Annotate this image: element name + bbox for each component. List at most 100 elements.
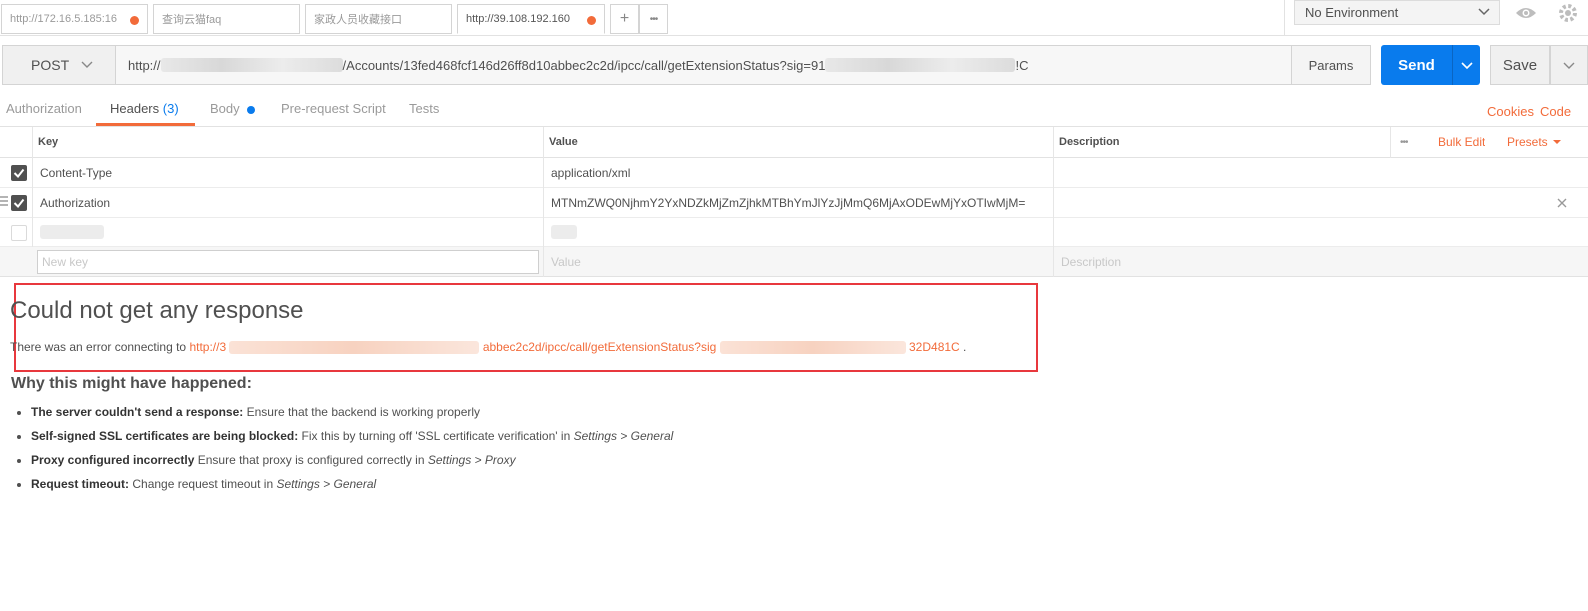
tab-label: Headers <box>110 101 160 116</box>
unsaved-dot-icon <box>130 16 139 25</box>
new-value-input[interactable]: Value <box>551 247 581 276</box>
bulk-edit-label: Bulk Edit <box>1438 135 1486 149</box>
environment-label: No Environment <box>1305 5 1399 20</box>
table-row: Authorization MTNmZWQ0NjhmY2YxNDZkMjZmZj… <box>0 188 1588 218</box>
presets-dropdown[interactable]: Presets <box>1507 127 1562 157</box>
new-key-input[interactable]: New key <box>37 250 539 274</box>
request-tab-label: http://39.108.192.160 <box>466 13 570 25</box>
reason-text: Ensure that the backend is working prope… <box>246 405 481 419</box>
settings-path: Settings > General <box>573 429 674 443</box>
column-divider <box>1053 127 1054 277</box>
header-enabled-checkbox[interactable] <box>11 195 27 211</box>
chevron-down-icon <box>1460 62 1473 70</box>
response-error-message: There was an error connecting to http://… <box>10 340 966 355</box>
new-header-row: New key Value Description <box>0 247 1588 277</box>
caret-down-icon <box>1552 140 1561 144</box>
header-value[interactable]: application/xml <box>551 158 630 187</box>
tab-label: Body <box>210 101 240 116</box>
add-tab-button[interactable]: + <box>610 4 639 34</box>
redacted-value[interactable] <box>551 218 577 246</box>
unsaved-dot-icon <box>587 16 596 25</box>
settings-path: Settings > Proxy <box>427 453 516 467</box>
chevron-down-icon <box>81 58 93 73</box>
headers-count-badge: (3) <box>162 101 179 116</box>
body-indicator-dot-icon <box>247 105 256 114</box>
column-divider <box>543 127 544 277</box>
error-prefix: There was an error connecting to <box>10 340 190 354</box>
header-enabled-checkbox[interactable] <box>11 165 27 181</box>
redacted-url-part <box>719 341 906 355</box>
more-tabs-button[interactable]: ••• <box>639 4 668 34</box>
reason-title: Request timeout: <box>31 477 130 491</box>
header-enabled-checkbox[interactable] <box>11 225 27 241</box>
request-config-tabs: Authorization Headers (3) Body Pre-reque… <box>0 95 1588 127</box>
reasons-list: The server couldn't send a response: Ens… <box>15 405 673 501</box>
redacted-signature <box>825 58 1016 72</box>
redacted-host <box>160 58 343 72</box>
presets-label: Presets <box>1507 135 1548 149</box>
request-tab-label: 查询云猫faq <box>162 14 222 26</box>
reason-title: Proxy configured incorrectly <box>31 453 195 467</box>
reason-text: Change request timeout in <box>132 477 274 491</box>
url-input[interactable]: http:// /Accounts/13fed468fcf146d26ff8d1… <box>115 45 1292 85</box>
send-options-button[interactable] <box>1452 45 1480 85</box>
column-header-key: Key <box>38 136 59 148</box>
cookies-link[interactable]: Cookies <box>1487 104 1534 119</box>
tab-body[interactable]: Body <box>210 101 256 126</box>
table-row: Content-Type application/xml <box>0 158 1588 188</box>
list-item: Proxy configured incorrectly Ensure that… <box>15 453 673 477</box>
more-options-button[interactable]: ••• <box>1400 127 1408 157</box>
method-select[interactable]: POST <box>2 45 116 85</box>
redacted-key[interactable] <box>40 218 104 246</box>
column-divider <box>1390 127 1391 158</box>
request-tab-3[interactable]: 家政人员收藏接口 <box>305 4 452 34</box>
plus-icon: + <box>619 10 630 27</box>
request-tab-label: http://172.16.5.185:16 <box>10 13 118 25</box>
redacted-value-mask <box>40 225 104 239</box>
bulk-edit-link[interactable]: Bulk Edit <box>1438 127 1485 157</box>
tab-tests[interactable]: Tests <box>409 101 439 126</box>
params-button[interactable]: Params <box>1291 45 1371 85</box>
reason-text: Ensure that proxy is configured correctl… <box>197 453 425 467</box>
environment-select[interactable]: No Environment <box>1294 0 1500 25</box>
save-label: Save <box>1502 56 1538 74</box>
redacted-value-mask <box>551 225 577 239</box>
error-url-link[interactable]: http://3 abbec2c2d/ipcc/call/getExtensio… <box>189 340 963 355</box>
request-tab-4[interactable]: http://39.108.192.160 <box>457 4 605 34</box>
request-tab-label: 家政人员收藏接口 <box>314 14 402 26</box>
chevron-down-icon <box>1563 62 1575 69</box>
close-icon <box>1557 198 1567 207</box>
more-icon: ••• <box>649 13 658 25</box>
environment-quick-look-button[interactable] <box>1508 0 1544 25</box>
method-label: POST <box>31 57 70 73</box>
reason-title: The server couldn't send a response: <box>31 405 244 419</box>
request-url-row: POST http:// /Accounts/13fed468fcf146d26… <box>0 45 1588 85</box>
tab-authorization[interactable]: Authorization <box>6 101 82 126</box>
delete-row-button[interactable] <box>1556 188 1568 217</box>
reason-text: Fix this by turning off 'SSL certificate… <box>301 429 571 443</box>
tab-bar: http://172.16.5.185:16 查询云猫faq 家政人员收藏接口 … <box>0 0 1588 36</box>
request-tab-2[interactable]: 查询云猫faq <box>153 4 300 34</box>
save-options-button[interactable] <box>1550 45 1588 85</box>
divider <box>1284 0 1285 36</box>
url-prefix: http:// <box>128 57 161 73</box>
send-button[interactable]: Send <box>1381 45 1452 85</box>
header-key[interactable]: Content-Type <box>40 158 112 187</box>
why-heading: Why this might have happened: <box>11 375 252 392</box>
drag-handle-icon[interactable] <box>0 194 8 211</box>
url-path: /Accounts/13fed468fcf146d26ff8d10abbec2c… <box>342 57 826 73</box>
check-icon <box>13 198 25 209</box>
manage-environments-button[interactable] <box>1548 0 1588 25</box>
tab-label: Tests <box>409 101 440 116</box>
new-key-placeholder: New key <box>42 255 89 269</box>
code-link[interactable]: Code <box>1540 104 1571 119</box>
error-url-end: 32D481C <box>909 340 960 354</box>
request-tab-1[interactable]: http://172.16.5.185:16 <box>1 4 148 34</box>
header-value[interactable]: MTNmZWQ0NjhmY2YxNDZkMjZmZjhkMTBhYmJlYzJj… <box>551 188 1025 217</box>
save-button[interactable]: Save <box>1490 45 1550 85</box>
tab-pre-request-script[interactable]: Pre-request Script <box>281 101 386 126</box>
tab-label: Authorization <box>6 101 82 116</box>
header-key[interactable]: Authorization <box>40 188 110 217</box>
error-url-start: http://3 <box>189 340 227 354</box>
new-description-input[interactable]: Description <box>1061 247 1121 276</box>
